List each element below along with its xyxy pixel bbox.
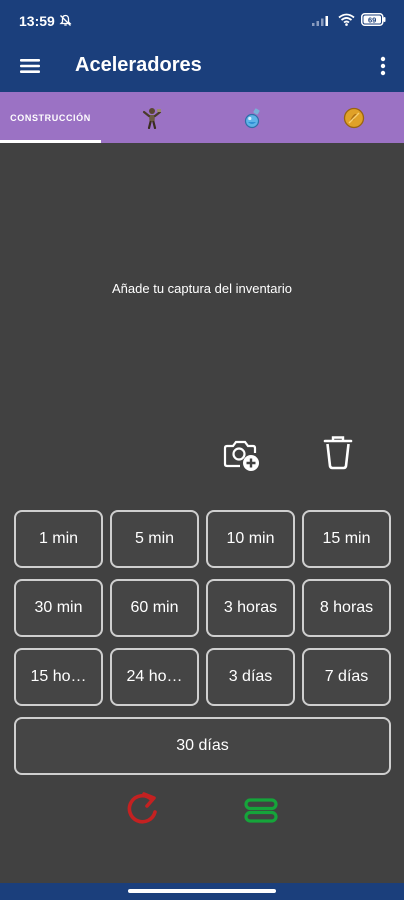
signal-icon bbox=[312, 15, 328, 26]
time-button-60min[interactable]: 60 min bbox=[110, 579, 199, 637]
builder-figure-icon bbox=[142, 107, 161, 129]
tab-construccion-label: CONSTRUCCIÓN bbox=[10, 112, 91, 123]
time-button-30min[interactable]: 30 min bbox=[14, 579, 103, 637]
tab-construccion[interactable]: CONSTRUCCIÓN bbox=[0, 92, 101, 143]
app-bar: Aceleradores bbox=[0, 42, 404, 92]
gesture-nav-bar bbox=[0, 883, 404, 900]
empty-state-message: Añade tu captura del inventario bbox=[112, 281, 292, 296]
tab-training[interactable] bbox=[202, 92, 303, 143]
battery-level: 69 bbox=[368, 15, 376, 24]
more-options-icon[interactable] bbox=[378, 54, 388, 78]
add-screenshot-icon[interactable] bbox=[223, 437, 261, 473]
stack-total-icon[interactable] bbox=[244, 797, 278, 825]
time-button-7dias[interactable]: 7 días bbox=[302, 648, 391, 706]
time-button-30dias[interactable]: 30 días bbox=[14, 717, 391, 775]
time-button-15horas[interactable]: 15 ho… bbox=[14, 648, 103, 706]
status-bar: 13:59 69 bbox=[0, 0, 404, 42]
tab-healing[interactable] bbox=[303, 92, 404, 143]
time-button-15min[interactable]: 15 min bbox=[302, 510, 391, 568]
wifi-icon bbox=[338, 13, 355, 26]
time-button-3dias[interactable]: 3 días bbox=[206, 648, 295, 706]
time-button-5min[interactable]: 5 min bbox=[110, 510, 199, 568]
tab-research[interactable] bbox=[101, 92, 202, 143]
time-button-8horas[interactable]: 8 horas bbox=[302, 579, 391, 637]
time-button-3horas[interactable]: 3 horas bbox=[206, 579, 295, 637]
time-button-1min[interactable]: 1 min bbox=[14, 510, 103, 568]
notifications-muted-icon bbox=[59, 14, 72, 26]
time-button-24horas[interactable]: 24 ho… bbox=[110, 648, 199, 706]
page-title: Aceleradores bbox=[75, 54, 202, 76]
home-gesture-handle[interactable] bbox=[128, 889, 276, 893]
potion-flask-icon bbox=[244, 107, 260, 128]
status-time: 13:59 bbox=[19, 13, 55, 29]
main-content: Añade tu captura del inventario 1 min 5 … bbox=[0, 143, 404, 883]
delete-trash-icon[interactable] bbox=[322, 435, 354, 471]
battery-icon: 69 bbox=[361, 13, 386, 26]
gold-coin-icon bbox=[343, 107, 364, 128]
reset-icon[interactable] bbox=[124, 790, 160, 830]
menu-icon[interactable] bbox=[20, 56, 40, 76]
time-button-10min[interactable]: 10 min bbox=[206, 510, 295, 568]
tab-bar: CONSTRUCCIÓN bbox=[0, 92, 404, 143]
